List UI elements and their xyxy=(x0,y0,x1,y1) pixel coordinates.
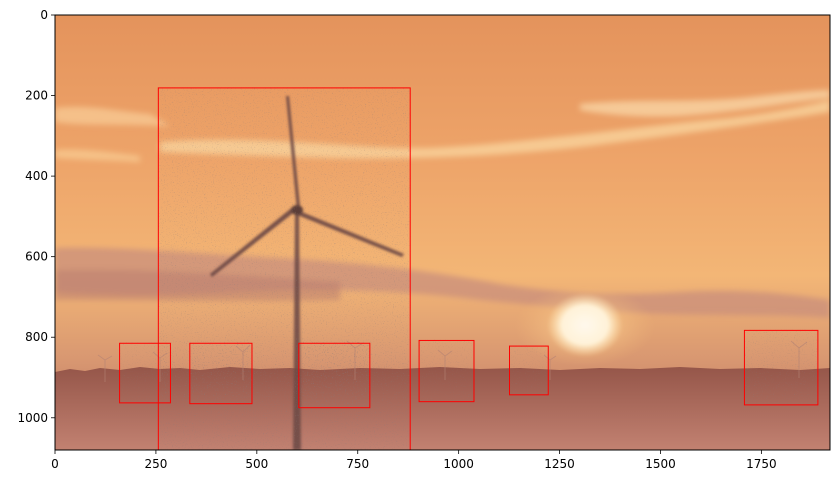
x-axis: 0 250 500 750 1000 1250 1500 1750 xyxy=(51,450,777,471)
y-tick-label: 1000 xyxy=(17,411,48,425)
x-tick-label: 1750 xyxy=(746,457,777,471)
x-tick-label: 250 xyxy=(144,457,167,471)
x-tick-label: 500 xyxy=(245,457,268,471)
x-tick-label: 750 xyxy=(346,457,369,471)
x-tick-label: 1000 xyxy=(443,457,474,471)
y-tick-label: 400 xyxy=(25,169,48,183)
y-axis: 0 200 400 600 800 1000 xyxy=(17,8,55,425)
y-tick-label: 0 xyxy=(40,8,48,22)
y-tick-label: 200 xyxy=(25,89,48,103)
x-tick-label: 0 xyxy=(51,457,59,471)
x-tick-label: 1500 xyxy=(645,457,676,471)
figure-canvas: 0 250 500 750 1000 1250 1500 1750 0 200 400 600 800… xyxy=(17,8,831,471)
y-tick-label: 800 xyxy=(25,330,48,344)
x-tick-label: 1250 xyxy=(544,457,575,471)
y-tick-label: 600 xyxy=(25,250,48,264)
sunset-photo xyxy=(55,15,830,450)
